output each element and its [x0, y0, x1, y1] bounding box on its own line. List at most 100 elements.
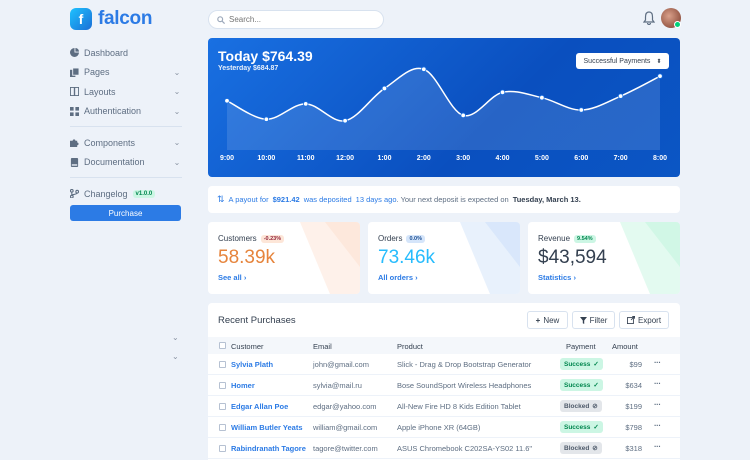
more-actions-icon[interactable]: ··· [654, 421, 661, 430]
sidebar-item-pages[interactable]: Pages ⌄ [70, 63, 182, 83]
amount-cell: $199 [625, 402, 642, 411]
x-tick-label: 3:00 [456, 155, 471, 162]
payout-suffix: . Your next deposit is expected on [396, 195, 509, 204]
row-checkbox[interactable] [219, 382, 226, 389]
customer-link[interactable]: Homer [231, 381, 255, 390]
amount-cell: $798 [625, 423, 642, 432]
chevron-down-icon[interactable]: ⌄ [172, 333, 179, 342]
data-point[interactable] [421, 66, 427, 72]
x-tick-label: 4:00 [495, 155, 510, 162]
transfer-icon: ⇅ [217, 194, 225, 204]
plus-icon: + [535, 315, 541, 325]
data-point[interactable] [381, 85, 388, 92]
x-tick-label: 9:00 [219, 155, 235, 162]
select-all-checkbox[interactable] [219, 342, 226, 349]
more-actions-icon[interactable]: ··· [654, 442, 661, 451]
payment-status-badge: Success ✓ [560, 358, 603, 370]
row-checkbox[interactable] [219, 403, 226, 410]
column-header-customer[interactable]: Customer [231, 342, 264, 351]
stat-card-customers: Customers -0.23% 58.39k See all › [208, 222, 360, 294]
statistics-link[interactable]: Statistics › [538, 273, 576, 282]
email-cell: sylvia@mail.ru [313, 381, 362, 390]
customer-link[interactable]: Rabindranath Tagore [231, 444, 306, 453]
sidebar-divider [70, 126, 182, 127]
product-cell: ASUS Chromebook C202SA-YS02 11.6" [397, 444, 533, 453]
row-checkbox[interactable] [219, 445, 226, 452]
column-header-email[interactable]: Email [313, 342, 332, 351]
data-point[interactable] [578, 107, 584, 113]
link-text: Statistics [538, 273, 572, 282]
stat-card-revenue: Revenue 9.54% $43,594 Statistics › [528, 222, 680, 294]
logo-mark: f [70, 8, 92, 30]
sidebar-item-layouts[interactable]: Layouts ⌄ [70, 82, 182, 102]
table-row[interactable]: Sylvia Plath john@gmail.com Slick - Drag &… [208, 354, 680, 375]
sales-chart-card: Today $764.39 Yesterday $684.87 Successf… [208, 38, 680, 177]
version-badge: v1.0.0 [132, 189, 156, 198]
sidebar-item-authentication[interactable]: Authentication ⌄ [70, 102, 182, 122]
chevron-down-icon[interactable]: ⌄ [172, 352, 179, 361]
puzzle-icon [70, 138, 79, 148]
logo[interactable]: f falcon [70, 8, 152, 30]
chevron-down-icon: ⌄ [173, 106, 181, 116]
data-point[interactable] [499, 89, 506, 96]
column-header-amount[interactable]: Amount [612, 342, 638, 351]
bell-icon[interactable] [643, 11, 655, 25]
row-checkbox[interactable] [219, 424, 226, 431]
data-point[interactable] [617, 93, 624, 99]
stat-value: $43,594 [538, 247, 607, 268]
sidebar-item-components[interactable]: Components ⌄ [70, 133, 182, 153]
payment-type-select[interactable]: Successful Payments ⬍ [576, 53, 669, 69]
x-tick-label: 8:00 [652, 155, 668, 162]
data-point[interactable] [657, 73, 663, 79]
column-header-payment[interactable]: Payment [566, 342, 596, 351]
payout-middle: was deposited [303, 195, 352, 204]
table-row[interactable]: Homer sylvia@mail.ru Bose SoundSport Wirel… [208, 375, 680, 396]
select-arrows-icon: ⬍ [656, 58, 662, 65]
ban-icon: ⊘ [592, 403, 598, 410]
email-cell: john@gmail.com [313, 360, 369, 369]
export-button[interactable]: Export [619, 311, 669, 329]
more-actions-icon[interactable]: ··· [654, 358, 661, 367]
customer-link[interactable]: William Butler Yeats [231, 423, 303, 432]
sidebar-item-documentation[interactable]: Documentation ⌄ [70, 153, 182, 173]
table-row[interactable]: Edgar Allan Poe edgar@yahoo.com All-New Fi… [208, 396, 680, 417]
x-tick-label: 6:00 [574, 155, 589, 162]
data-point[interactable] [224, 98, 230, 104]
search-input[interactable] [229, 15, 369, 24]
payout-prefix: A payout for [228, 195, 269, 204]
online-status-dot [674, 21, 681, 28]
recent-purchases-card: Recent Purchases + New Filter Export Cus… [208, 303, 680, 460]
export-icon [626, 316, 635, 324]
new-button[interactable]: + New [527, 311, 568, 329]
payment-status-text: Success [564, 381, 591, 389]
product-cell: All-New Fire HD 8 Kids Edition Tablet [397, 402, 521, 411]
chevron-down-icon: ⌄ [173, 138, 181, 148]
customer-link[interactable]: Sylvia Plath [231, 360, 273, 369]
more-actions-icon[interactable]: ··· [654, 379, 661, 388]
data-point[interactable] [539, 94, 545, 101]
table-row[interactable]: William Butler Yeats william@gmail.com App… [208, 417, 680, 438]
check-icon: ✓ [593, 361, 599, 368]
data-point[interactable] [303, 101, 309, 107]
row-checkbox[interactable] [219, 361, 226, 368]
see-all-link[interactable]: See all › [218, 273, 246, 282]
column-header-product[interactable]: Product [397, 342, 423, 351]
filter-button[interactable]: Filter [572, 311, 615, 329]
x-tick-label: 11:00 [296, 155, 315, 162]
stat-label-text: Revenue [538, 234, 571, 243]
table-row[interactable]: Rabindranath Tagore tagore@twitter.com ASU… [208, 438, 680, 459]
sidebar-item-changelog[interactable]: Changelog v1.0.0 [70, 184, 182, 204]
customer-link[interactable]: Edgar Allan Poe [231, 402, 288, 411]
sidebar-item-dashboard[interactable]: Dashboard [70, 43, 182, 63]
stat-change-badge: 0.0% [406, 234, 425, 243]
payment-status-text: Blocked [564, 402, 590, 410]
all-orders-link[interactable]: All orders › [378, 273, 418, 282]
more-actions-icon[interactable]: ··· [654, 400, 661, 409]
data-point[interactable] [342, 118, 348, 124]
sidebar-item-label: Layouts [84, 86, 116, 97]
data-point[interactable] [460, 112, 466, 119]
data-point[interactable] [263, 116, 270, 122]
sidebar-item-label: Authentication [84, 106, 142, 117]
purchase-button[interactable]: Purchase [70, 205, 181, 221]
email-cell: william@gmail.com [313, 423, 378, 432]
